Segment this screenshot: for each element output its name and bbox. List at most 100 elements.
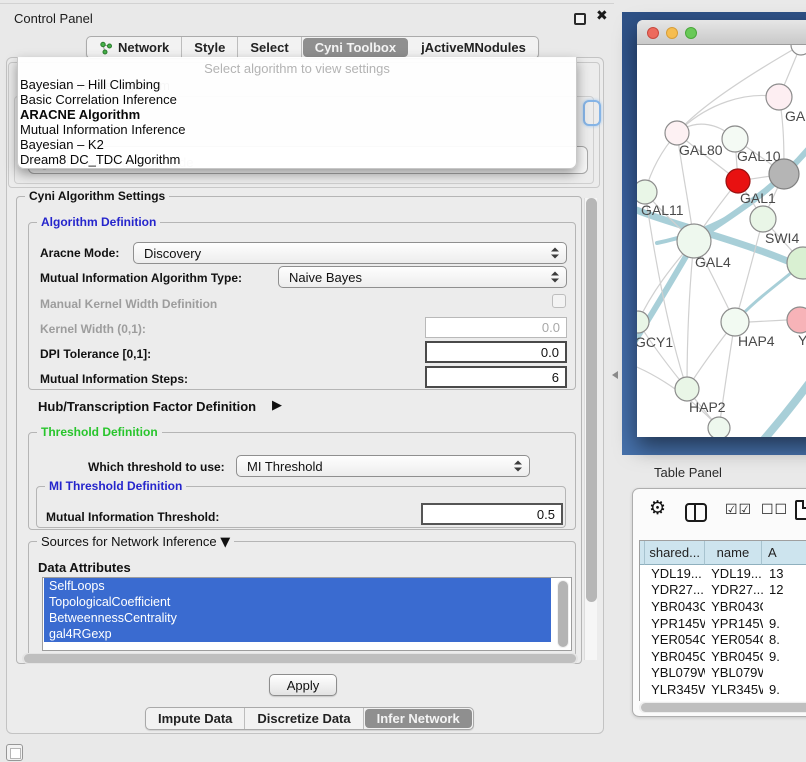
- algorithm-option[interactable]: Dream8 DC_TDC Algorithm: [18, 152, 576, 167]
- settings-horizontal-scrollbar[interactable]: [22, 653, 578, 664]
- table-cell[interactable]: YLR345W: [705, 681, 763, 698]
- tab-network[interactable]: Network: [87, 37, 182, 58]
- tab-discretize-data[interactable]: Discretize Data: [245, 708, 363, 729]
- close-icon[interactable]: ✖: [596, 8, 608, 24]
- table-cell[interactable]: 13: [763, 565, 806, 582]
- table-cell[interactable]: YER054C: [645, 631, 705, 648]
- tab-infer-network[interactable]: Infer Network: [365, 709, 472, 728]
- table-cell[interactable]: YER054C: [705, 631, 763, 648]
- table-cell[interactable]: YDL19...: [645, 565, 705, 582]
- table-cell[interactable]: 12: [763, 582, 806, 599]
- network-node-hap2[interactable]: [675, 377, 699, 401]
- table-cell[interactable]: YBR043C: [705, 598, 763, 615]
- minimize-traffic-light[interactable]: [666, 27, 678, 39]
- network-node-gcy1[interactable]: [637, 311, 649, 333]
- zoom-traffic-light[interactable]: [685, 27, 697, 39]
- table-cell[interactable]: 8.: [763, 631, 806, 648]
- table-cell[interactable]: 9.: [763, 681, 806, 698]
- table-cell[interactable]: YIL052C: [645, 698, 705, 701]
- table-cell[interactable]: YBR043C: [645, 598, 705, 615]
- attribute-list-item[interactable]: SelfLoops: [44, 578, 551, 594]
- attribute-list-item[interactable]: BetweennessCentrality: [44, 610, 551, 626]
- table-cell[interactable]: [763, 665, 806, 682]
- table-row[interactable]: YDL19...YDL19...13: [640, 565, 806, 582]
- table-cell[interactable]: 9.: [763, 615, 806, 632]
- algorithm-option[interactable]: Bayesian – Hill Climbing: [18, 77, 576, 92]
- table-cell[interactable]: YLR345W: [645, 681, 705, 698]
- table-cell[interactable]: YDR27...: [645, 582, 705, 599]
- table-cell[interactable]: 9.: [763, 648, 806, 665]
- close-traffic-light[interactable]: [647, 27, 659, 39]
- algorithm-option[interactable]: Mutual Information Inference: [18, 122, 576, 137]
- manual-kernel-checkbox[interactable]: [552, 294, 566, 308]
- list-vertical-scrollbar[interactable]: [557, 580, 569, 648]
- network-canvas[interactable]: GALGAL80GAL10GAL1GAL11SWI4GAL4GCY1HAP4YH…: [637, 45, 806, 437]
- table-cell[interactable]: 9: [763, 698, 806, 701]
- algorithm-option[interactable]: ARACNE Algorithm: [18, 107, 576, 122]
- scrollbar-thumb[interactable]: [24, 654, 576, 663]
- scrollbar-thumb[interactable]: [558, 581, 568, 647]
- table-row[interactable]: YIL052CYIL052C9: [640, 698, 806, 701]
- export-table-icon[interactable]: [795, 500, 806, 520]
- network-node[interactable]: [791, 45, 806, 55]
- column-header[interactable]: shared...: [645, 541, 704, 565]
- table-row[interactable]: YLR345WYLR345W9.: [640, 681, 806, 698]
- table-cell[interactable]: [763, 598, 806, 615]
- table-cell[interactable]: YBL079W: [645, 665, 705, 682]
- network-node-gal11[interactable]: [637, 180, 657, 204]
- collapse-arrow-icon[interactable]: ▼: [220, 535, 230, 550]
- restore-panel-icon[interactable]: [6, 744, 23, 761]
- algorithm-option[interactable]: Bayesian – K2: [18, 137, 576, 152]
- select-all-columns-icon[interactable]: ☑☑: [725, 502, 752, 518]
- column-header[interactable]: A: [762, 541, 806, 565]
- network-edge[interactable]: [687, 241, 694, 389]
- network-node-y[interactable]: [787, 307, 806, 333]
- tab-impute-data[interactable]: Impute Data: [146, 708, 245, 729]
- scrollbar-thumb[interactable]: [586, 198, 597, 602]
- column-header[interactable]: name: [705, 541, 762, 565]
- tab-jactivemnodules[interactable]: jActiveMNodules: [409, 37, 538, 58]
- tab-style[interactable]: Style: [182, 37, 238, 58]
- table-row[interactable]: YBR043CYBR043C: [640, 598, 806, 615]
- float-window-icon[interactable]: [574, 13, 586, 25]
- table-horizontal-scrollbar[interactable]: [639, 702, 806, 713]
- kernel-width-field[interactable]: 0.0: [425, 317, 567, 338]
- table-row[interactable]: YBL079WYBL079W: [640, 665, 806, 682]
- table-row[interactable]: YDR27...YDR27...12: [640, 582, 806, 599]
- gear-icon[interactable]: ⚙: [649, 497, 666, 519]
- table-cell[interactable]: YDL19...: [705, 565, 763, 582]
- network-window-titlebar[interactable]: [637, 20, 806, 45]
- split-pane-collapse-icon[interactable]: [612, 371, 618, 379]
- table-row[interactable]: YER054CYER054C8.: [640, 631, 806, 648]
- network-edge[interactable]: [749, 320, 787, 322]
- aracne-mode-select[interactable]: Discovery: [133, 242, 567, 264]
- table-cell[interactable]: YBL079W: [705, 665, 763, 682]
- algorithm-option[interactable]: Basic Correlation Inference: [18, 92, 576, 107]
- mi-threshold-field[interactable]: 0.5: [421, 503, 563, 525]
- table-cell[interactable]: YIL052C: [705, 698, 763, 701]
- network-node-gal[interactable]: [766, 84, 792, 110]
- mi-steps-field[interactable]: 6: [425, 366, 567, 388]
- apply-button[interactable]: Apply: [269, 674, 337, 696]
- network-node-gal4[interactable]: [677, 224, 711, 258]
- table-row[interactable]: YBR045CYBR045C9.: [640, 648, 806, 665]
- table-cell[interactable]: YBR045C: [705, 648, 763, 665]
- table-cell[interactable]: YPR145W: [705, 615, 763, 632]
- network-node[interactable]: [708, 417, 730, 437]
- mi-type-select[interactable]: Naive Bayes: [278, 266, 567, 288]
- network-node-swi4[interactable]: [750, 206, 776, 232]
- attribute-list-item[interactable]: TopologicalCoefficient: [44, 594, 551, 610]
- scrollbar-thumb[interactable]: [641, 703, 806, 712]
- columns-icon[interactable]: [685, 503, 707, 522]
- network-edge[interactable]: [755, 375, 806, 437]
- network-node-hap4[interactable]: [721, 308, 749, 336]
- tab-select[interactable]: Select: [238, 37, 301, 58]
- deselect-all-columns-icon[interactable]: ☐☐: [761, 502, 788, 518]
- attribute-list-item[interactable]: gal4RGexp: [44, 626, 551, 642]
- table-row[interactable]: YPR145WYPR145W9.: [640, 615, 806, 632]
- table-cell[interactable]: YDR27...: [705, 582, 763, 599]
- expand-arrow-icon[interactable]: ▶: [272, 398, 282, 413]
- focused-button-fragment[interactable]: [583, 100, 601, 126]
- table-cell[interactable]: YBR045C: [645, 648, 705, 665]
- data-attributes-list[interactable]: SelfLoopsTopologicalCoefficientBetweenne…: [42, 577, 572, 651]
